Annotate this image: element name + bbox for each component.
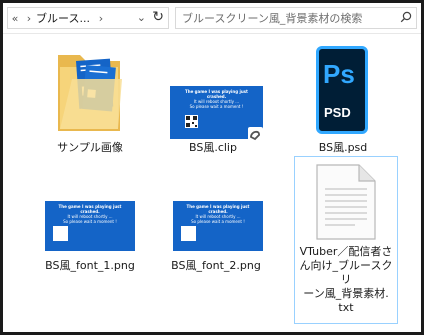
search-input[interactable]: ブルースクリーン風_背景素材の検索 bbox=[182, 10, 396, 26]
overflow-icon[interactable]: « bbox=[8, 12, 22, 25]
address-bar-row: « › ブルース... › ⌄ ↻ ブルースクリーン風_背景素材の検索 bbox=[3, 3, 421, 34]
file-name: VTuber／配信者さ ん向け_ブルースクリ ーン風_背景素材. txt bbox=[299, 245, 393, 314]
file-item-txt[interactable]: VTuber／配信者さ ん向け_ブルースクリ ーン風_背景素材. txt bbox=[294, 156, 398, 324]
file-item-folder[interactable]: サンプル画像 bbox=[35, 43, 145, 158]
address-bar[interactable]: « › ブルース... › ⌄ ↻ bbox=[7, 7, 169, 29]
breadcrumb[interactable]: ブルース... bbox=[36, 10, 90, 26]
qr-placeholder bbox=[181, 226, 196, 241]
explorer-window: « › ブルース... › ⌄ ↻ ブルースクリーン風_背景素材の検索 サンプル… bbox=[0, 0, 424, 335]
chevron-right-icon: › bbox=[98, 11, 104, 25]
chevron-down-icon[interactable]: ⌄ bbox=[137, 11, 146, 24]
file-name: BS風.psd bbox=[318, 141, 368, 154]
qr-code-icon bbox=[185, 115, 198, 128]
search-box[interactable]: ブルースクリーン風_背景素材の検索 bbox=[175, 7, 417, 29]
file-name: BS風_font_2.png bbox=[171, 259, 261, 272]
qr-placeholder bbox=[53, 226, 68, 241]
folder-icon bbox=[58, 55, 122, 131]
file-name: BS風.clip bbox=[189, 141, 237, 154]
file-item-png-1[interactable]: The game I was playing just crashed. It … bbox=[35, 193, 145, 273]
photoshop-icon: Ps PSD bbox=[316, 46, 368, 134]
file-name: BS風_font_1.png bbox=[45, 259, 135, 272]
text-file-icon bbox=[316, 164, 376, 240]
clip-studio-badge-icon bbox=[248, 127, 263, 142]
file-item-psd[interactable]: Ps PSD BS風.psd bbox=[288, 43, 398, 158]
search-icon[interactable] bbox=[396, 11, 416, 26]
file-item-png-2[interactable]: The game I was playing just crashed. It … bbox=[161, 193, 271, 273]
file-item-clip[interactable]: The game I was playing just crashed. It … bbox=[158, 43, 268, 158]
refresh-icon[interactable]: ↻ bbox=[152, 9, 164, 25]
chevron-right-icon: › bbox=[26, 11, 32, 25]
file-name: サンプル画像 bbox=[57, 141, 123, 154]
